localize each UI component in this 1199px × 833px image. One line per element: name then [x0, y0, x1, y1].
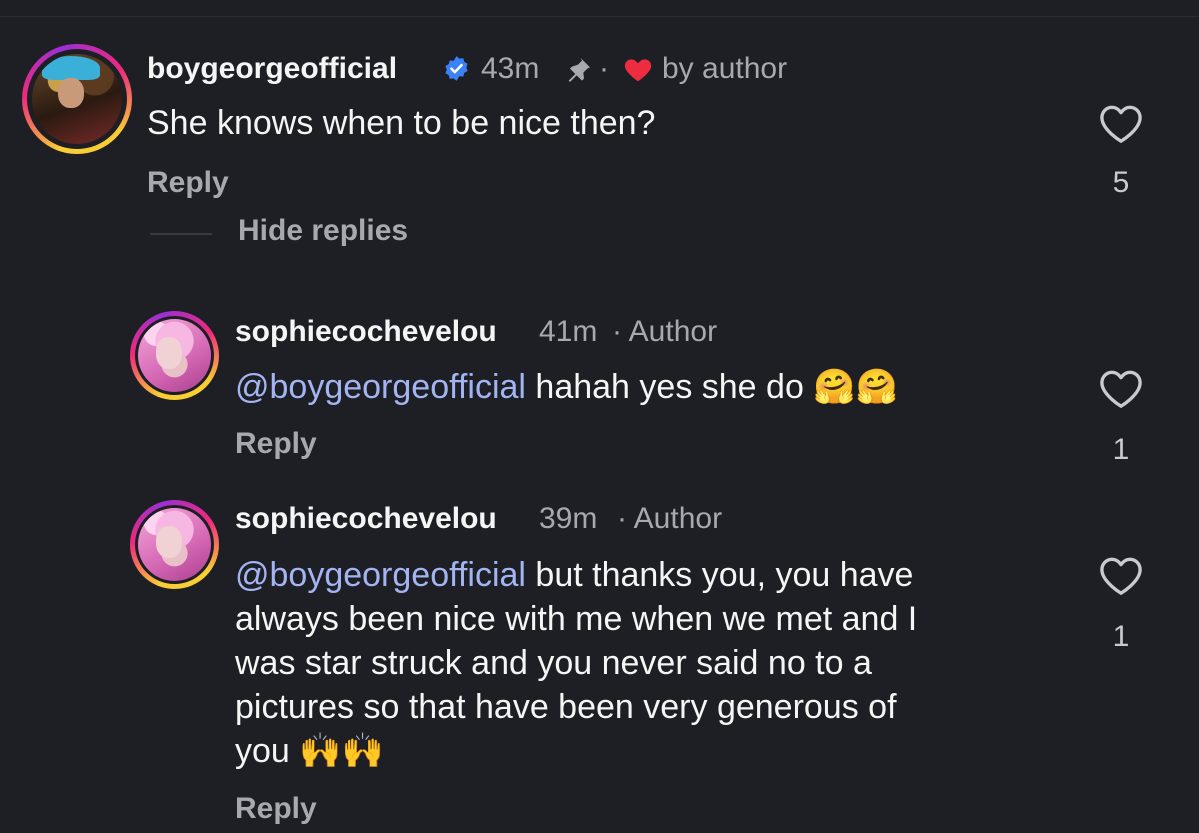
author-badge: · Author [617, 502, 723, 535]
mention-link[interactable]: @boygeorgeofficial [235, 368, 526, 406]
comment-text-line: but thanks you, you have [535, 556, 914, 594]
comment-time: 39m [539, 502, 598, 535]
comment-text-line: you [235, 732, 290, 770]
hug-emoji: 🤗🤗 [813, 367, 898, 407]
heart-outline-icon[interactable] [1098, 103, 1144, 145]
comment-username[interactable]: sophiecochevelou [235, 502, 497, 536]
raised-hands-emoji: 🙌🙌 [299, 731, 384, 771]
heart-outline-icon[interactable] [1098, 555, 1144, 597]
comment-username[interactable]: boygeorgeofficial [147, 52, 397, 86]
divider [0, 16, 1199, 17]
comment-text: She knows when to be nice then? [147, 104, 656, 142]
comment-username[interactable]: sophiecochevelou [235, 315, 497, 349]
meta-separator: · [599, 52, 609, 85]
comment-text: hahah yes she do [535, 368, 804, 406]
reply-button[interactable]: Reply [235, 792, 317, 826]
avatar[interactable] [130, 311, 219, 400]
mention-link[interactable]: @boygeorgeofficial [235, 556, 526, 594]
thread-line [150, 233, 212, 235]
author-badge: · Author [612, 315, 718, 348]
reply-button[interactable]: Reply [147, 166, 229, 200]
liked-by-author-label: by author [662, 52, 788, 85]
like-count: 1 [1112, 433, 1130, 466]
avatar[interactable] [22, 44, 132, 154]
pin-icon [568, 58, 590, 82]
verified-icon [445, 56, 468, 81]
like-count: 5 [1112, 166, 1130, 199]
comment-text-line: was star struck and you never said no to… [235, 644, 872, 682]
comment-text-container: @boygeorgeofficial but thanks you, you h… [235, 553, 1075, 773]
comment-time: 41m [539, 315, 598, 348]
reply-button[interactable]: Reply [235, 427, 317, 461]
comment-text-container: @boygeorgeofficial hahah yes she do 🤗🤗 [235, 365, 898, 409]
hide-replies-button[interactable]: Hide replies [238, 214, 408, 248]
comment-text-line: always been nice with me when we met and… [235, 600, 918, 638]
comment-text-line: pictures so that have been very generous… [235, 688, 897, 726]
comment-time: 43m [481, 52, 540, 85]
heart-outline-icon[interactable] [1098, 368, 1144, 410]
heart-filled-icon [624, 59, 652, 82]
avatar[interactable] [130, 500, 219, 589]
like-count: 1 [1112, 620, 1130, 653]
